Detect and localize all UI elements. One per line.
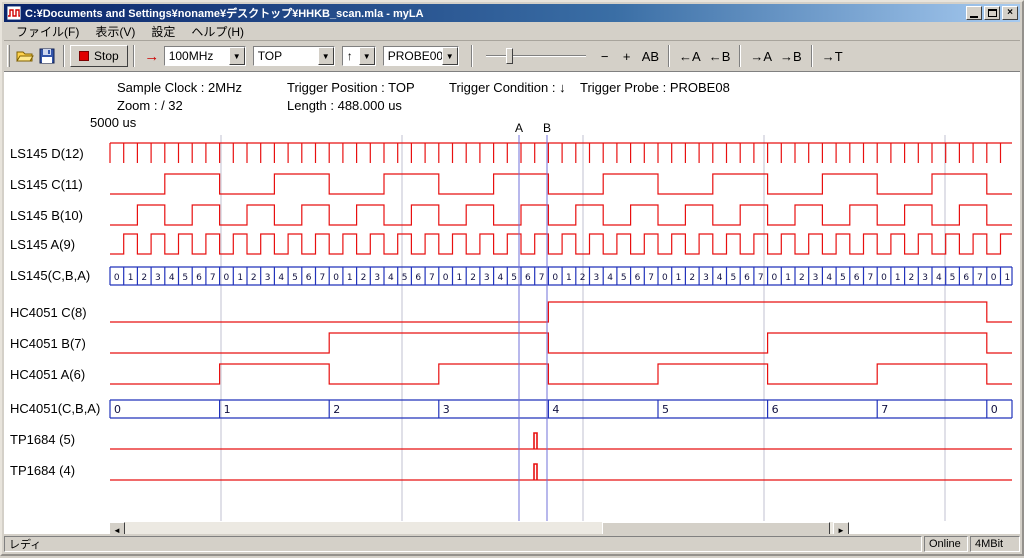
zoom-info: Zoom : / 32 <box>117 98 183 113</box>
menu-bar: ファイル(F) 表示(V) 設定 ヘルプ(H) <box>4 22 1020 41</box>
window-title: C:¥Documents and Settings¥noname¥デスクトップ¥… <box>25 5 964 21</box>
status-bar: レディ Online 4MBit <box>4 534 1020 552</box>
save-button[interactable] <box>36 45 58 67</box>
app-icon <box>7 6 21 20</box>
chevron-down-icon[interactable]: ▼ <box>359 47 375 65</box>
trigger-position-combo[interactable]: TOP ▼ <box>253 46 335 66</box>
toolbar: Stop → 100MHz ▼ TOP ▼ ↑ ▼ PROBE00 ▼ − + … <box>4 41 1020 72</box>
sample-clock-combo[interactable]: 100MHz ▼ <box>164 46 246 66</box>
status-online: Online <box>924 536 968 552</box>
zoom-slider-thumb[interactable] <box>506 48 513 64</box>
set-cursor-b-button[interactable]: →B <box>776 45 806 67</box>
goto-cursor-a-button[interactable]: ←A <box>675 45 705 67</box>
toolbar-separator <box>668 45 670 67</box>
trigger-probe-combo[interactable]: PROBE00 ▼ <box>383 46 459 66</box>
status-memory: 4MBit <box>970 536 1020 552</box>
status-ready: レディ <box>4 536 922 552</box>
application-window: { "window": { "title": "C:¥Documents and… <box>0 0 1024 556</box>
set-cursor-a-button[interactable]: →A <box>746 45 776 67</box>
ab-range-button[interactable]: AB <box>638 45 663 67</box>
chevron-down-icon[interactable]: ▼ <box>229 47 245 65</box>
time-scale-label: 5000 us <box>90 115 136 130</box>
toolbar-grip[interactable] <box>7 45 10 67</box>
length-info: Length : 488.000 us <box>287 98 402 113</box>
floppy-disk-icon <box>39 48 55 64</box>
goto-cursor-b-button[interactable]: ←B <box>705 45 735 67</box>
menu-view[interactable]: 表示(V) <box>87 21 143 42</box>
zoom-slider-track <box>486 55 586 57</box>
minimize-button[interactable] <box>966 6 982 20</box>
maximize-button[interactable] <box>984 6 1000 20</box>
open-file-button[interactable] <box>14 45 36 67</box>
zoom-in-button[interactable]: + <box>616 45 638 67</box>
menu-file[interactable]: ファイル(F) <box>8 21 87 42</box>
open-folder-icon <box>16 48 34 64</box>
zoom-slider[interactable] <box>486 45 586 67</box>
trigger-probe-info: Trigger Probe : PROBE08 <box>580 80 730 95</box>
run-button[interactable]: → <box>140 45 164 67</box>
trigger-condition-info: Trigger Condition : ↓ <box>449 80 566 95</box>
chevron-down-icon[interactable]: ▼ <box>442 47 458 65</box>
close-button[interactable]: × <box>1002 6 1018 20</box>
trigger-position-info: Trigger Position : TOP <box>287 80 415 95</box>
goto-trigger-button[interactable]: →T <box>818 45 847 67</box>
zoom-out-button[interactable]: − <box>594 45 616 67</box>
stop-icon <box>79 51 89 61</box>
sample-clock-info: Sample Clock : 2MHz <box>117 80 242 95</box>
toolbar-separator <box>811 45 813 67</box>
chevron-down-icon[interactable]: ▼ <box>318 47 334 65</box>
title-bar[interactable]: C:¥Documents and Settings¥noname¥デスクトップ¥… <box>4 4 1020 22</box>
toolbar-separator <box>63 45 65 67</box>
trigger-edge-combo[interactable]: ↑ ▼ <box>342 46 376 66</box>
toolbar-separator <box>739 45 741 67</box>
menu-settings[interactable]: 設定 <box>143 21 183 42</box>
menu-help[interactable]: ヘルプ(H) <box>183 21 252 42</box>
toolbar-separator <box>133 45 135 67</box>
stop-button[interactable]: Stop <box>70 45 128 67</box>
waveform-client-area <box>4 72 1020 534</box>
toolbar-separator <box>471 45 473 67</box>
